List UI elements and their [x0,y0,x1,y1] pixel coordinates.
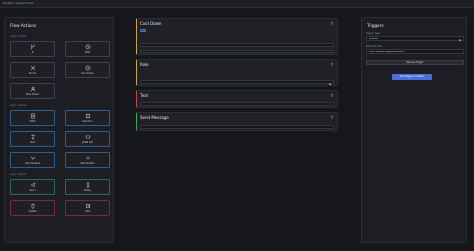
action-delete-button[interactable]: Delete [10,200,55,216]
node-title: Text [140,93,149,98]
flow-node-text[interactable]: Text [136,90,338,108]
action-label: Text [30,141,35,144]
action-get-variable-button[interactable]: Get Variable [10,152,55,168]
text-icon [30,134,35,140]
node-field[interactable] [140,43,334,47]
panel-title: Flow Actions [10,23,37,28]
action-if-button[interactable]: If [10,41,55,57]
action-text-button[interactable]: Text [10,131,55,147]
action-label: Cool Down [81,72,94,75]
trash-icon [30,203,35,209]
chevron-down-icon [328,82,332,85]
node-field[interactable] [140,125,334,129]
action-label: If [31,51,34,54]
trash-icon[interactable] [330,93,334,97]
action-delay-button[interactable]: Delay [65,179,110,195]
chevron-down-icon [458,38,462,41]
node-chip [140,29,146,32]
webhook-url-label: Webhook URL [366,45,382,48]
section-label: Logic / Output [10,173,27,176]
trash-icon[interactable] [330,62,334,66]
node-title: Role [140,62,149,67]
node-field[interactable] [140,50,334,53]
dice-icon [85,113,90,119]
remove-trigger-button[interactable]: Remove Trigger [366,60,464,65]
action-set-variable-button[interactable]: Set Variable [65,152,110,168]
trigger-type-value: Webhook [368,38,379,40]
trash-icon[interactable] [330,115,334,119]
action-label: JSON API [82,141,93,144]
close-icon [30,65,35,71]
variable-icon [85,156,90,160]
action-label: Random [82,120,93,123]
action-label: Set Variable [80,162,95,165]
flow-node-cool-down[interactable]: Cool Down [136,18,338,55]
action-label: Delay [84,189,91,192]
action-json-api-button[interactable]: JSON API [65,131,110,147]
flow-actions-panel: Flow Actions Logic / Timers If Wait End … [4,17,114,243]
top-bar: Project / Saved Flow [0,0,474,8]
triggers-panel: Triggers Trigger Type Webhook Webhook UR… [361,17,467,243]
add-trigger-condition-button[interactable]: Add Trigger Condition [392,74,432,80]
calculator-icon [30,113,35,119]
clock-icon [85,44,90,50]
webhook-url-field[interactable]: https://example.app/api/webhook/... [366,49,464,54]
action-label: Math [29,120,36,123]
trash-icon[interactable] [330,21,334,25]
action-send-button[interactable]: Send [10,179,55,195]
action-label: Wait [84,51,91,54]
action-label: Get Variable [25,162,40,165]
action-label: End If [29,72,36,75]
send-icon [29,182,35,188]
breadcrumb[interactable]: Project / Saved Flow [3,1,33,5]
variable-icon [30,156,35,160]
action-label: Exit [85,210,90,213]
node-select[interactable] [140,80,334,85]
action-role-check-button[interactable]: Role Check [10,83,55,99]
exit-icon [85,203,90,209]
node-field[interactable] [140,102,334,106]
clock-icon [85,65,90,71]
node-title: Send Message [140,115,169,120]
hourglass-icon [86,182,89,188]
flow-node-role[interactable]: Role [136,59,338,86]
section-label: Logic / Actions [10,104,27,107]
action-random-button[interactable]: Random [65,110,110,126]
section-label: Logic / Timers [10,35,26,38]
action-label: Delete [28,210,37,213]
action-end-if-button[interactable]: End If [10,62,55,78]
branch-icon [31,44,34,50]
trigger-type-label: Trigger Type [366,32,380,35]
action-math-button[interactable]: Math [10,110,55,126]
panel-title: Triggers [367,23,384,28]
action-label: Send [29,189,36,192]
user-icon [30,86,35,92]
webhook-url-value: https://example.app/api/webhook/... [368,51,407,53]
action-wait-button[interactable]: Wait [65,41,110,57]
action-exit-button[interactable]: Exit [65,200,110,216]
action-label: Role Check [25,93,40,96]
flow-node-send-message[interactable]: Send Message [136,112,338,131]
node-title: Cool Down [140,21,162,26]
trigger-type-select[interactable]: Webhook [366,36,464,41]
code-icon [85,135,90,139]
action-cool-down-button[interactable]: Cool Down [65,62,110,78]
